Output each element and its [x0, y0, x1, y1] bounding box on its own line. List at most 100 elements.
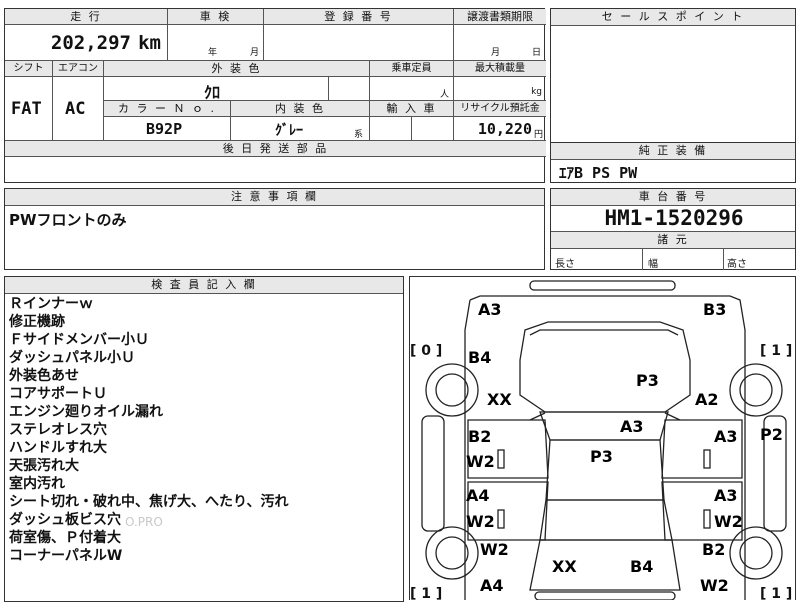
- aircon-cell: AC: [53, 77, 104, 141]
- remark-line: 室内汚れ: [9, 476, 65, 492]
- color-no-value: B92P: [146, 120, 183, 138]
- remark-line: ダッシュパネル小Ｕ: [9, 350, 135, 366]
- registration-cell: [264, 25, 454, 61]
- sales-point-box: セ ー ル ス ポ イ ン ト: [550, 8, 796, 144]
- code-xx-rear: XX: [552, 557, 577, 576]
- remark-line: ステレオレス穴: [9, 422, 107, 438]
- transfer-deadline-header: 譲渡書類期限: [454, 9, 546, 25]
- code-a2-right: A2: [695, 390, 719, 409]
- shift-cell: FAT: [5, 77, 53, 141]
- tire-front-right: [ 1 ]: [760, 343, 792, 359]
- later-parts-header: 後 日 発 送 部 品: [5, 141, 546, 157]
- code-w2-rear-right: W2: [700, 576, 729, 595]
- sales-point-header: セ ー ル ス ポ イ ン ト: [551, 9, 795, 26]
- remark-line: コーナーパネルW: [9, 548, 123, 564]
- remark-line: コアサポートＵ: [9, 386, 107, 402]
- capacity-header: 乗車定員: [370, 61, 454, 77]
- tire-front-left: [ 0 ]: [410, 343, 442, 359]
- equipment-value: ｴｱB PS PW: [559, 164, 638, 182]
- capacity-cell: 人: [370, 77, 454, 101]
- import-cell-a: [370, 117, 412, 141]
- mileage-cell: 202,297 km: [5, 25, 168, 61]
- remark-line: 修正機跡: [9, 314, 65, 330]
- remark-line: 天張汚れ大: [9, 458, 79, 474]
- width-label: 幅: [648, 259, 658, 270]
- code-a3-right-front: A3: [714, 427, 738, 446]
- inspection-year-label: 年: [208, 48, 218, 58]
- remark-line: 外装色あせ: [9, 368, 79, 384]
- recycle-deposit-unit: 円: [533, 130, 543, 140]
- code-w2-left-front: W2: [466, 452, 495, 471]
- chassis-header: 車 台 番 号: [551, 189, 795, 206]
- length-label: 長さ: [555, 259, 575, 270]
- mileage-header: 走 行: [5, 9, 168, 25]
- equipment-box: 純 正 装 備 ｴｱB PS PW: [550, 142, 796, 183]
- code-b3-front-right: B3: [703, 300, 726, 319]
- exterior-color-value: ｸﾛ: [204, 83, 221, 102]
- tire-rear-left: [ 1 ]: [410, 586, 442, 600]
- remark-line: Ｆサイドメンバー小Ｕ: [9, 332, 149, 348]
- notes-box: 注 意 事 項 欄 PWフロントのみ: [4, 188, 545, 270]
- code-b4-left: B4: [468, 348, 491, 367]
- max-load-unit: kg: [531, 87, 542, 97]
- max-load-header: 最大積載量: [454, 61, 546, 77]
- recycle-deposit-header: リサイクル預託金: [454, 101, 546, 117]
- notes-value: PWフロントのみ: [9, 211, 127, 229]
- transfer-day-label: 日: [532, 48, 542, 58]
- mileage-unit: km: [138, 32, 161, 54]
- mileage-value: 202,297: [50, 32, 131, 54]
- code-p3-hood: P3: [636, 371, 659, 390]
- interior-color-value: ｸﾞﾚｰ: [275, 123, 303, 139]
- inspection-month-label: 月: [250, 48, 260, 58]
- code-a4-rear-left: A4: [480, 576, 504, 595]
- later-parts-cell: [5, 157, 546, 182]
- height-label: 高さ: [727, 259, 747, 270]
- dimensions-header: 諸 元: [551, 231, 795, 249]
- tire-rear-right: [ 1 ]: [760, 586, 792, 600]
- aircon-header: エアコン: [53, 61, 104, 77]
- code-xx-left: XX: [487, 390, 512, 409]
- max-load-cell: kg: [454, 77, 546, 101]
- transfer-deadline-cell: 月 日: [454, 25, 546, 61]
- chassis-value: HM1-1520296: [604, 206, 744, 230]
- shift-value: FAT: [11, 99, 42, 119]
- code-w2-left-rear: W2: [466, 512, 495, 531]
- inspector-box: 検 査 員 記 入 欄 Ｒインナーｗ 修正機跡 Ｆサイドメンバー小Ｕ ダッシュパ…: [4, 276, 404, 602]
- code-a3-front-left: A3: [478, 300, 502, 319]
- exterior-color-cell: ｸﾛ: [104, 77, 329, 102]
- interior-color-header: 内 装 色: [231, 101, 370, 117]
- transfer-month-label: 月: [491, 48, 501, 58]
- code-a3-center: A3: [620, 417, 644, 436]
- import-header: 輸 入 車: [370, 101, 454, 117]
- shift-header: シフト: [5, 61, 53, 77]
- color-no-cell: B92P: [104, 117, 231, 141]
- dim-divider-2: [723, 248, 724, 270]
- code-b2-right-back: B2: [702, 540, 725, 559]
- code-w2-left-back: W2: [480, 540, 509, 559]
- remark-line: シート切れ・破れ中、焦げ大、へたり、汚れ: [9, 494, 289, 510]
- code-w2-right-rear: W2: [714, 512, 743, 531]
- chassis-box: 車 台 番 号 HM1-1520296 諸 元 長さ 幅 高さ: [550, 188, 796, 270]
- remark-line: エンジン廻りオイル漏れ: [9, 404, 163, 420]
- inspection-header: 車 検: [168, 9, 264, 25]
- code-a3-right-rear: A3: [714, 486, 738, 505]
- code-b2-left-front: B2: [468, 427, 491, 446]
- exterior-color-header: 外 装 色: [104, 61, 370, 77]
- code-p3-roof: P3: [590, 447, 613, 466]
- inspection-cell: 年 月: [168, 25, 264, 61]
- color-no-header: カ ラ ー Ｎ ｏ .: [104, 101, 231, 117]
- dim-divider-1: [642, 248, 643, 270]
- code-b4-rear: B4: [630, 557, 653, 576]
- notes-header: 注 意 事 項 欄: [5, 189, 544, 206]
- equipment-header: 純 正 装 備: [551, 143, 795, 160]
- car-damage-diagram: [ 0 ] [ 1 ] [ 1 ] [ 1 ] A3 B3 B4 P3 XX A…: [409, 276, 796, 600]
- remark-line: Ｒインナーｗ: [9, 296, 93, 312]
- recycle-deposit-cell: 10,220 円: [454, 117, 546, 141]
- interior-color-cell: ｸﾞﾚｰ 系: [231, 117, 370, 141]
- exterior-color-extra-cell: [329, 77, 370, 101]
- capacity-unit: 人: [439, 90, 449, 100]
- remark-line: ハンドルすれ大: [9, 440, 107, 456]
- watermark: O.PRO: [125, 515, 163, 529]
- registration-header: 登 録 番 号: [264, 9, 454, 25]
- recycle-deposit-value: 10,220: [477, 120, 532, 138]
